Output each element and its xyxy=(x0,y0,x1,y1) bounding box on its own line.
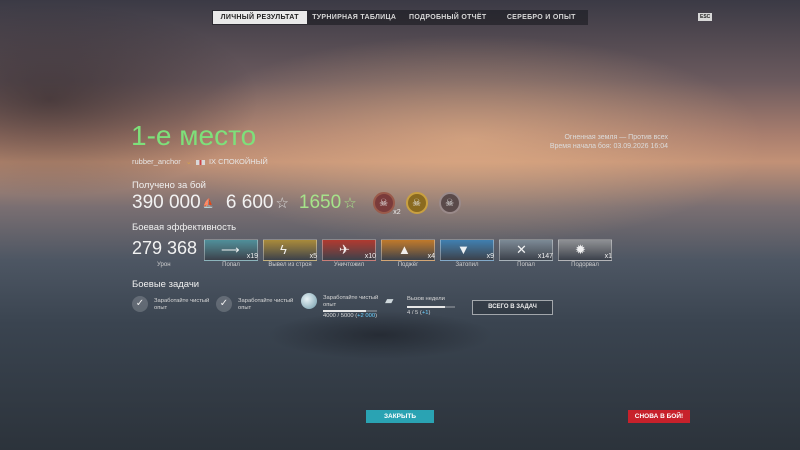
credits-value: 390 000 xyxy=(132,192,201,213)
ribbon-flooding[interactable]: ▼ x9 Затопил xyxy=(440,239,494,268)
ship-name: IX СПОКОЙНЫЙ xyxy=(208,157,268,166)
xp-value: 6 600 xyxy=(225,192,274,213)
task-progress-bar xyxy=(407,306,455,308)
battle-mode: Огненная земля — Против всех xyxy=(564,134,668,141)
earned-title: Получено за бой xyxy=(132,180,206,191)
globe-icon xyxy=(301,293,317,309)
task-progress-text: 4000 / 5000 (+2 000) xyxy=(323,313,378,319)
ribbon-incapacitate[interactable]: ϟ x5 Вывел из строя xyxy=(263,239,317,268)
damage-label: Урон xyxy=(157,262,171,268)
battle-meta: Огненная земля — Против всех Время начал… xyxy=(550,133,668,151)
ribbon-torpedo-hit[interactable]: ⟶ x19 Попал xyxy=(204,239,258,268)
ribbon-count: x9 xyxy=(486,253,494,260)
shell-hit-icon: ✕ xyxy=(516,242,527,257)
all-tasks-button[interactable]: ВСЕГО В ЗАДАЧ xyxy=(472,300,553,315)
skull-achievement-icon[interactable]: ☠ x2 xyxy=(372,192,401,216)
skull-achievement-icon[interactable]: ☠ xyxy=(438,192,461,214)
result-tabs: ЛИЧНЫЙ РЕЗУЛЬТАТ ТУРНИРНАЯ ТАБЛИЦА ПОДРО… xyxy=(212,10,588,25)
fire-icon: ▲ xyxy=(398,242,411,257)
player-name: rubber_anchor xyxy=(132,157,181,166)
ribbon-count: x10 xyxy=(364,253,376,260)
place-title: 1-е место xyxy=(131,120,257,151)
torpedo-hit-icon: ⟶ xyxy=(221,242,240,257)
ribbon-list: ⟶ x19 Попал ϟ x5 Вывел из строя ✈ x10 Уничтожил ▲… xyxy=(204,239,612,268)
incapacitate-icon: ϟ xyxy=(280,242,287,257)
free-xp-value: 1650 xyxy=(298,192,342,213)
flooding-icon: ▼ xyxy=(457,242,470,257)
task-text: Вызов недели xyxy=(407,296,445,302)
ribbon-label: Вывел из строя xyxy=(268,262,312,268)
credits-icon: ⛵ xyxy=(202,197,214,208)
tab-team-score[interactable]: ТУРНИРНАЯ ТАБЛИЦА xyxy=(308,10,402,25)
ribbon-count: x5 xyxy=(309,253,317,260)
ribbon-detonation[interactable]: ✹ x1 Подорвал xyxy=(558,239,612,268)
ribbon-destroyed[interactable]: ✈ x10 Уничтожил xyxy=(322,239,376,268)
to-battle-button[interactable]: СНОВА В БОЙ! xyxy=(628,410,690,423)
checkmark-icon: ✓ xyxy=(216,296,232,312)
ribbon-label: Попал xyxy=(222,262,240,268)
close-button[interactable]: ЗАКРЫТЬ xyxy=(366,410,434,423)
free-xp-star-icon: ☆ xyxy=(343,195,357,212)
ribbon-count: x1 xyxy=(604,253,612,260)
challenge-cards-icon: ▰ xyxy=(385,295,394,307)
rank-chevron-icon: ⌄ xyxy=(185,159,192,166)
task-text: Заработайте чистый опыт xyxy=(323,295,379,308)
background-haze xyxy=(0,0,800,450)
ribbon-shell-hit[interactable]: ✕ x147 Попал xyxy=(499,239,553,268)
nation-flag-icon xyxy=(195,159,205,165)
destroyed-icon: ✈ xyxy=(339,242,350,257)
task-progress-bar xyxy=(323,310,377,312)
ribbon-fire[interactable]: ▲ x4 Поджёг xyxy=(381,239,435,268)
tab-detailed-report[interactable]: ПОДРОБНЫЙ ОТЧЁТ xyxy=(401,10,495,25)
task-text: Заработайте чистый опыт xyxy=(238,298,294,311)
tasks-title: Боевые задачи xyxy=(132,279,200,290)
tab-credits-xp[interactable]: СЕРЕБРО И ОПЫТ xyxy=(495,10,589,25)
ribbon-label: Подорвал xyxy=(571,262,599,268)
ribbon-count: x19 xyxy=(246,253,258,260)
ribbon-label: Попал xyxy=(517,262,535,268)
esc-button[interactable]: ESC xyxy=(698,13,713,21)
checkmark-icon: ✓ xyxy=(132,296,148,312)
ribbon-count: x4 xyxy=(427,253,435,260)
damage-value: 279 368 xyxy=(132,238,198,258)
efficiency-title: Боевая эффективность xyxy=(132,222,237,233)
gold-skull-achievement-icon[interactable]: ☠ xyxy=(405,192,428,214)
ribbon-label: Уничтожил xyxy=(333,262,365,268)
ribbon-count: x147 xyxy=(537,253,553,260)
achievement-count: x2 xyxy=(393,209,401,216)
player-info: rubber_anchor ⌄ IX СПОКОЙНЫЙ xyxy=(132,157,268,166)
task-progress-text: 4 / 5 (+1) xyxy=(407,310,431,316)
xp-star-icon: ☆ xyxy=(275,195,289,212)
battle-start-time: Время начала боя: 03.09.2026 16:04 xyxy=(549,143,668,150)
task-text: Заработайте чистый опыт xyxy=(154,298,210,311)
earned-row: 390 000 ⛵ 6 600 ☆ 1650 ☆ ☠ x2 ☠ ☠ xyxy=(132,191,472,216)
detonation-icon: ✹ xyxy=(575,242,586,257)
tab-personal-result[interactable]: ЛИЧНЫЙ РЕЗУЛЬТАТ xyxy=(213,11,307,24)
ribbon-label: Поджёг xyxy=(397,262,419,268)
ribbon-label: Затопил xyxy=(455,262,479,268)
